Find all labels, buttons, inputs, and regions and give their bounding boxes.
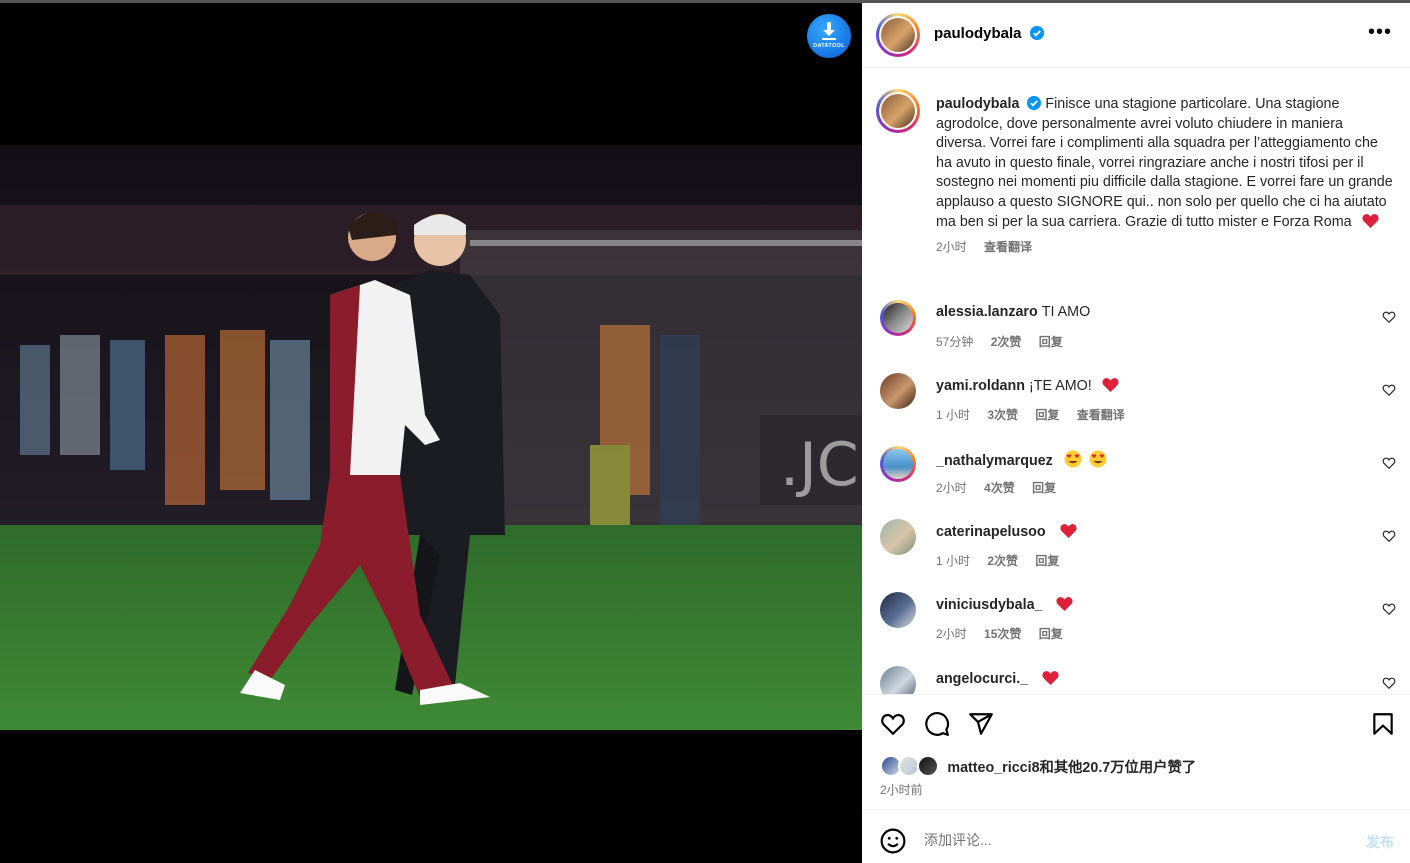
comment-like-heart-icon[interactable]	[1382, 602, 1396, 616]
comment-item: caterinapelusoo 1 小时 2次赞 回复	[862, 519, 1410, 579]
red-heart-emoji-icon	[1362, 213, 1379, 228]
comment-meta: 1 小时 2次赞 回复	[936, 552, 1073, 569]
comment-line: _nathalymarquez	[936, 450, 1107, 469]
comment-like-heart-icon[interactable]	[1382, 383, 1396, 397]
comment-line: yami.roldann ¡TE AMO!	[936, 377, 1119, 394]
post-media[interactable]: .JC DATATOOL	[0, 3, 862, 863]
comment-line: angelocurci._	[936, 670, 1059, 687]
comment-username[interactable]: alessia.lanzaro	[936, 304, 1038, 320]
post-comment-button[interactable]: 发布	[1366, 832, 1394, 852]
comment-text: ¡TE AMO!	[1028, 378, 1092, 394]
comment-username[interactable]: yami.roldann	[936, 378, 1025, 394]
comment-meta: 2小时 4次赞 回复	[936, 479, 1070, 496]
comment-reply-link[interactable]: 回复	[1039, 627, 1063, 641]
post-actions-section: matteo_ricci8和其他20.7万位用户赞了 2小时前	[862, 694, 1410, 812]
share-paper-plane-icon[interactable]	[968, 711, 994, 737]
comment-item: viniciusdybala_ 2小时 15次赞 回复	[862, 592, 1410, 652]
comment-translate-link[interactable]: 查看翻译	[1077, 408, 1125, 422]
comments-scroll-area[interactable]: paulodybala Finisce una stagione partico…	[862, 69, 1410, 694]
comment-like-heart-icon[interactable]	[1382, 456, 1396, 470]
caption-time: 2小时	[936, 240, 967, 255]
comment-item: angelocurci._	[862, 666, 1410, 694]
datatool-download-button[interactable]: DATATOOL	[807, 14, 851, 58]
red-heart-emoji-icon	[1056, 597, 1073, 611]
heart-eyes-emoji-icon	[1064, 450, 1082, 468]
comment-avatar[interactable]	[880, 666, 916, 694]
comment-meta: 57分钟 2次赞 回复	[936, 333, 1077, 350]
comment-likes[interactable]: 4次赞	[984, 481, 1015, 495]
comment-reply-link[interactable]: 回复	[1039, 335, 1063, 349]
comment-item: yami.roldann ¡TE AMO! 1 小时 3次赞 回复 查看翻译	[862, 373, 1410, 433]
comment-like-heart-icon[interactable]	[1382, 529, 1396, 543]
comment-time: 1 小时	[936, 408, 971, 422]
comment-meta: 2小时 15次赞 回复	[936, 625, 1077, 642]
comment-item: _nathalymarquez 2小时 4次赞 回复	[862, 446, 1410, 506]
caption-translate-link[interactable]: 查看翻译	[984, 240, 1032, 254]
comment-meta: 1 小时 3次赞 回复 查看翻译	[936, 406, 1139, 423]
caption-meta: 2小时 查看翻译	[936, 238, 1396, 258]
comment-line: caterinapelusoo	[936, 523, 1077, 540]
like-heart-icon[interactable]	[880, 711, 906, 737]
red-heart-emoji-icon	[1042, 671, 1059, 685]
more-options-icon[interactable]: •••	[1368, 22, 1392, 45]
comment-username[interactable]: angelocurci._	[936, 671, 1028, 687]
add-comment-bar: 发布	[862, 809, 1410, 863]
red-heart-emoji-icon	[1060, 524, 1077, 538]
post-time-ago: 2小时前	[880, 783, 923, 797]
red-heart-emoji-icon	[1102, 378, 1119, 392]
author-avatar[interactable]	[876, 13, 920, 57]
comment-avatar[interactable]	[880, 373, 916, 409]
caption-text: Finisce una stagione particolare. Una st…	[936, 96, 1393, 230]
save-bookmark-icon[interactable]	[1370, 711, 1396, 737]
download-icon	[822, 22, 836, 40]
comment-avatar[interactable]	[880, 446, 916, 482]
author-name-row: paulodybala	[934, 25, 1044, 43]
comment-username[interactable]: viniciusdybala_	[936, 597, 1042, 613]
author-username[interactable]: paulodybala	[934, 25, 1022, 42]
comment-username[interactable]: caterinapelusoo	[936, 524, 1046, 540]
comment-time: 2小时	[936, 627, 967, 641]
comment-time: 57分钟	[936, 335, 974, 349]
svg-text:.JC: .JC	[780, 430, 859, 500]
caption-author-username[interactable]: paulodybala	[936, 96, 1019, 112]
comment-reply-link[interactable]: 回复	[1035, 554, 1059, 568]
comment-bubble-icon[interactable]	[924, 711, 950, 737]
post-caption: paulodybala Finisce una stagione partico…	[936, 95, 1396, 258]
comment-like-heart-icon[interactable]	[1382, 310, 1396, 324]
comment-item: alessia.lanzaro TI AMO 57分钟 2次赞 回复	[862, 300, 1410, 360]
heart-eyes-emoji-icon	[1089, 450, 1107, 468]
comment-avatar[interactable]	[880, 519, 916, 555]
comment-reply-link[interactable]: 回复	[1032, 481, 1056, 495]
post-header: paulodybala •••	[862, 3, 1410, 68]
comment-avatar[interactable]	[880, 300, 916, 336]
comment-likes[interactable]: 2次赞	[987, 554, 1018, 568]
liker-avatar	[916, 755, 939, 777]
post-photo[interactable]: .JC	[0, 145, 862, 730]
post-side-panel: paulodybala ••• paulodybala Finisce una …	[862, 3, 1410, 863]
comment-like-heart-icon[interactable]	[1382, 676, 1396, 690]
comment-likes[interactable]: 2次赞	[991, 335, 1022, 349]
comment-text: TI AMO	[1041, 304, 1091, 320]
comment-likes[interactable]: 3次赞	[987, 408, 1018, 422]
add-comment-input[interactable]	[924, 826, 1324, 854]
comment-line: viniciusdybala_	[936, 596, 1073, 613]
comment-time: 1 小时	[936, 554, 971, 568]
comment-line: alessia.lanzaro TI AMO	[936, 304, 1090, 320]
comment-username[interactable]: _nathalymarquez	[936, 453, 1053, 469]
photo-illustration: .JC	[0, 145, 862, 730]
likes-summary[interactable]: matteo_ricci8和其他20.7万位用户赞了	[880, 755, 1196, 779]
caption-author-avatar[interactable]	[876, 89, 920, 133]
emoji-picker-icon[interactable]	[880, 828, 906, 854]
comment-reply-link[interactable]: 回复	[1035, 408, 1059, 422]
likes-text[interactable]: matteo_ricci8和其他20.7万位用户赞了	[947, 756, 1196, 777]
comment-avatar[interactable]	[880, 592, 916, 628]
comment-likes[interactable]: 15次赞	[984, 627, 1021, 641]
verified-badge-icon	[1029, 26, 1044, 40]
datatool-label: DATATOOL	[813, 43, 845, 49]
caption-verified-badge-icon	[1027, 96, 1042, 110]
comment-time: 2小时	[936, 481, 967, 495]
